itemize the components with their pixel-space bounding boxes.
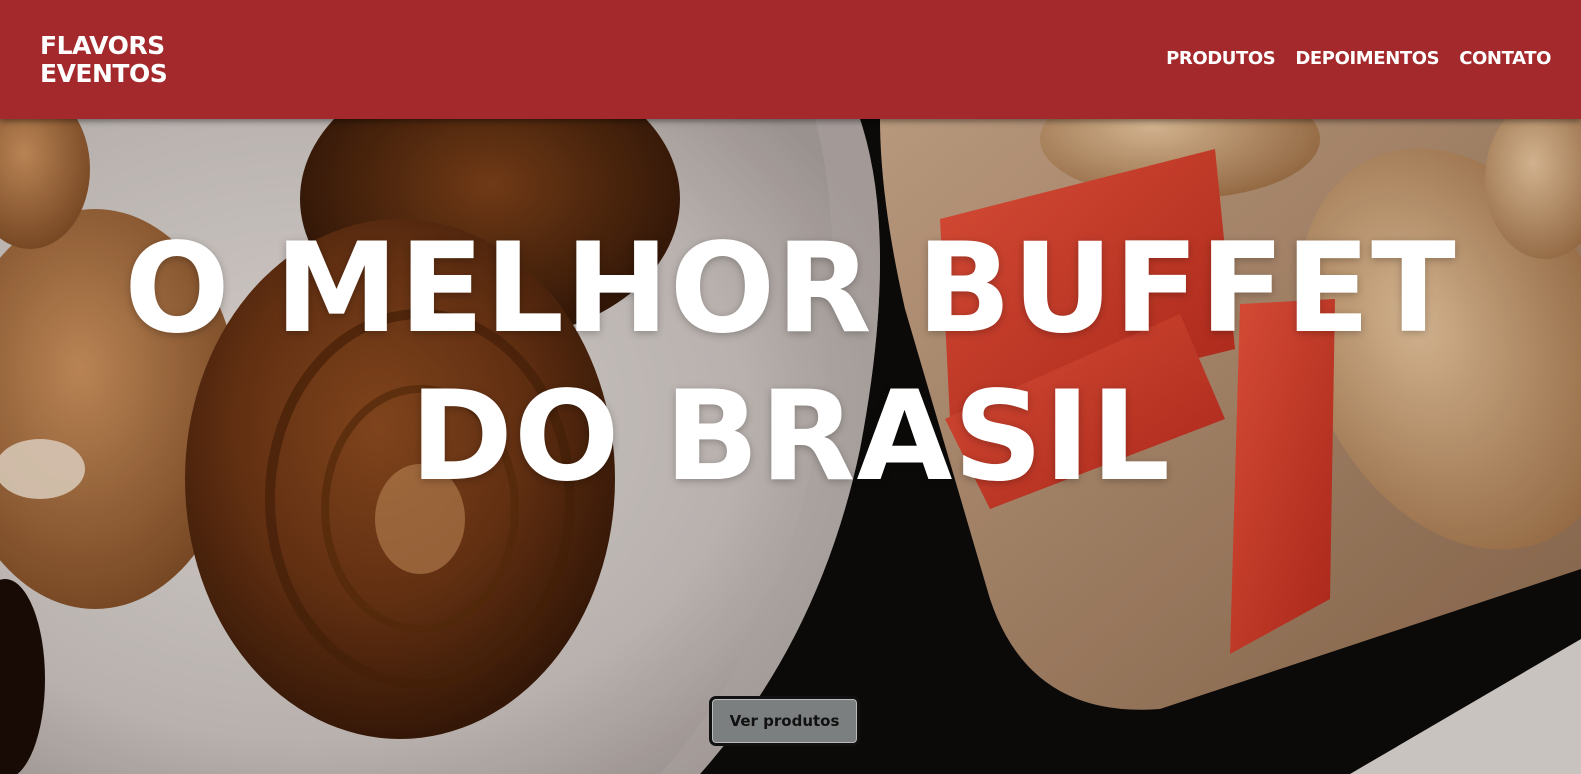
logo-line-1: FLAVORS <box>40 31 165 60</box>
nav-link-contato[interactable]: CONTATO <box>1459 48 1551 69</box>
logo-line-2: EVENTOS <box>40 59 168 88</box>
hero-title-line-1: O MELHOR BUFFET <box>124 217 1457 361</box>
hero-section: O MELHOR BUFFET DO BRASIL Ver produtos <box>0 119 1581 774</box>
hero-title: O MELHOR BUFFET DO BRASIL <box>0 215 1581 511</box>
main-nav: PRODUTOS DEPOIMENTOS CONTATO <box>1166 48 1551 69</box>
nav-link-produtos[interactable]: PRODUTOS <box>1166 48 1276 69</box>
nav-link-depoimentos[interactable]: DEPOIMENTOS <box>1295 48 1439 69</box>
site-header: FLAVORS EVENTOS PRODUTOS DEPOIMENTOS CON… <box>0 0 1581 119</box>
hero-title-line-2: DO BRASIL <box>410 365 1171 509</box>
view-products-button[interactable]: Ver produtos <box>709 696 860 746</box>
brand-logo[interactable]: FLAVORS EVENTOS <box>40 31 168 88</box>
